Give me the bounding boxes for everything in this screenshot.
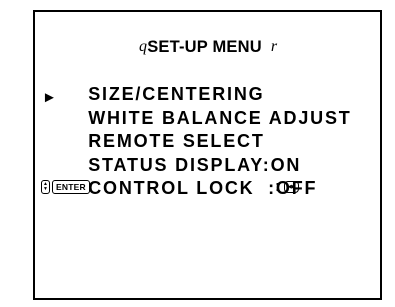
left-right-arrows-icon: ◀ ▶ [284, 181, 299, 193]
cursor-arrow-icon: ► [42, 89, 57, 106]
osd-screen: q SET-UP MENU r SIZE/CENTERING ► WHITE B… [0, 0, 395, 307]
guide-separator: : [275, 178, 281, 195]
right-arrow-glyph: ▶ [291, 183, 296, 190]
menu-title: SET-UP MENU [147, 38, 262, 56]
enter-key-icon: ENTER [52, 180, 90, 194]
button-guide: ▲ ▼ ENTER [41, 179, 90, 195]
down-arrow-glyph: ▼ [43, 186, 48, 192]
menu-title-row: q SET-UP MENU r [139, 37, 277, 57]
corner-mark-right: r [270, 38, 278, 55]
menu-item-label: CONTROL LOCK [88, 178, 269, 198]
corner-mark-left: q [139, 38, 148, 55]
up-down-arrows-icon: ▲ ▼ [41, 180, 50, 194]
